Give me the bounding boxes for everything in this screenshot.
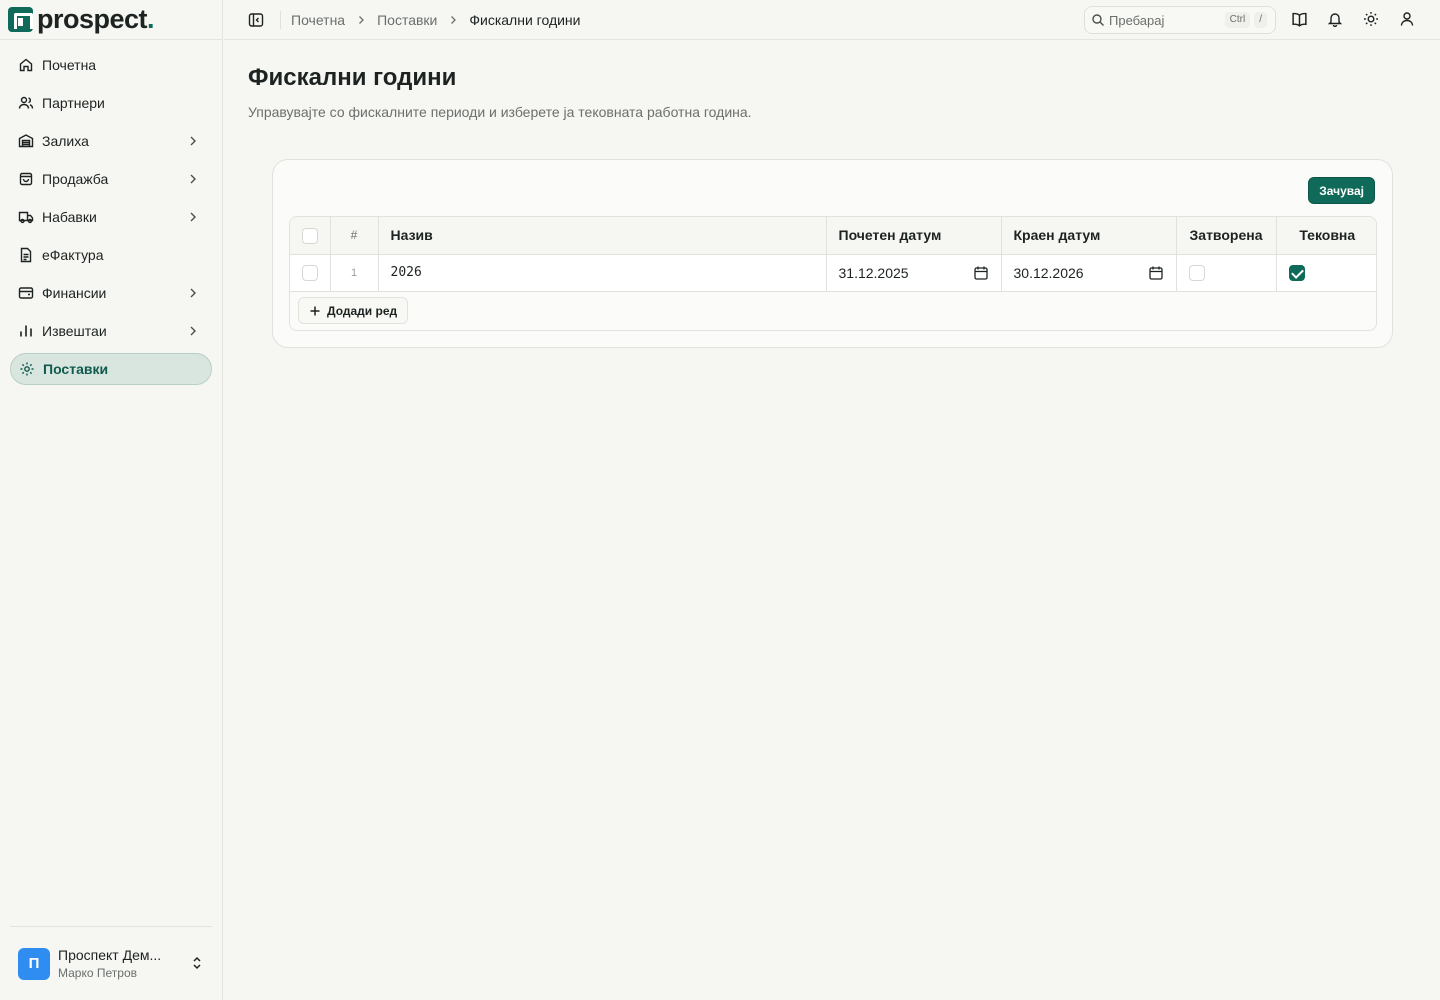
column-header-closed[interactable]: Затворена: [1176, 217, 1277, 255]
start-date-value: 31.12.2025: [838, 264, 909, 281]
sidebar-toggle-icon[interactable]: [246, 10, 266, 30]
fiscal-year-name-field[interactable]: 2026: [378, 254, 827, 292]
topbar-actions: [1290, 10, 1416, 28]
logo[interactable]: prospect.: [0, 0, 222, 40]
sidebar-item-sales[interactable]: Продажба: [10, 163, 212, 195]
breadcrumb-current: Фискални години: [469, 11, 581, 28]
chevron-right-icon: [355, 14, 367, 26]
end-date-value: 30.12.2026: [1013, 264, 1084, 281]
sidebar-item-purchases[interactable]: Набавки: [10, 201, 212, 233]
column-header-end-date[interactable]: Краен датум: [1001, 217, 1177, 255]
page-subtitle: Управувајте со фискалните периоди и избе…: [248, 104, 752, 120]
logo-text: prospect.: [37, 4, 155, 34]
fiscal-years-table: # Назив Почетен датум Краен датум Затвор…: [289, 216, 1377, 331]
sidebar-item-settings[interactable]: Поставки: [10, 353, 212, 385]
user-icon[interactable]: [1398, 10, 1416, 28]
avatar: П: [18, 947, 50, 980]
sidebar-item-label: еФактура: [42, 247, 104, 263]
wallet-icon: [18, 285, 34, 301]
sidebar-item-label: Почетна: [42, 57, 97, 73]
column-header-current[interactable]: Тековна: [1276, 217, 1376, 255]
gear-icon: [19, 361, 35, 377]
document-icon: [18, 247, 34, 263]
search-placeholder: Пребарај: [1109, 12, 1165, 28]
sidebar-item-label: Залиха: [42, 133, 89, 149]
current-cell: [1276, 254, 1376, 292]
fiscal-years-card: Зачувај # Назив Почетен датум Краен дату…: [272, 159, 1393, 348]
sidebar-item-label: Финансии: [42, 285, 107, 301]
column-header-name[interactable]: Назив: [378, 217, 827, 255]
row-select-checkbox[interactable]: [301, 265, 318, 282]
users-icon: [18, 95, 34, 111]
start-date-field[interactable]: 31.12.2025: [826, 254, 1002, 292]
select-all-cell: [290, 217, 331, 255]
current-checkbox[interactable]: [1288, 265, 1305, 282]
save-button[interactable]: Зачувај: [1308, 177, 1375, 204]
logo-mark-icon: [8, 7, 33, 32]
table-header-row: # Назив Почетен датум Краен датум Затвор…: [290, 217, 1376, 255]
breadcrumb: Почетна Поставки Фискални години: [291, 12, 581, 28]
breadcrumb-settings[interactable]: Поставки: [377, 12, 437, 28]
breadcrumb-home[interactable]: Почетна: [291, 12, 345, 28]
sidebar-item-label: Партнери: [42, 95, 105, 111]
bell-icon[interactable]: [1326, 10, 1344, 28]
sidebar-nav: Почетна Партнери Залиха Продажба Набавки…: [0, 40, 222, 400]
chevron-right-icon: [186, 134, 200, 151]
chevron-right-icon: [186, 324, 200, 341]
sidebar-item-home[interactable]: Почетна: [10, 49, 212, 81]
search-shortcut: Ctrl /: [1224, 12, 1267, 28]
table-row[interactable]: 1 2026 31.12.2025 30.12.2026: [290, 254, 1376, 292]
column-header-start-date[interactable]: Почетен датум: [826, 217, 1002, 255]
home-icon: [18, 57, 34, 73]
chevron-right-icon: [186, 210, 200, 227]
bar-chart-icon: [18, 323, 34, 339]
chevron-right-icon: [186, 172, 200, 189]
user-info: Проспект Дем... Марко Петров: [58, 947, 161, 980]
sidebar-item-label: Поставки: [43, 361, 109, 377]
search-icon: [1091, 13, 1105, 27]
add-row-label: Додади ред: [327, 303, 398, 318]
sidebar-item-finance[interactable]: Финансии: [10, 277, 212, 309]
closed-checkbox[interactable]: [1188, 265, 1205, 282]
calendar-icon[interactable]: [1148, 265, 1164, 284]
plus-icon: [309, 305, 321, 317]
shopping-bag-icon: [18, 171, 34, 187]
sidebar-item-label: Извештаи: [42, 323, 107, 339]
sidebar-item-inventory[interactable]: Залиха: [10, 125, 212, 157]
search-input[interactable]: Пребарај Ctrl /: [1084, 6, 1276, 34]
sidebar-item-partners[interactable]: Партнери: [10, 87, 212, 119]
end-date-field[interactable]: 30.12.2026: [1001, 254, 1177, 292]
chevron-right-icon: [186, 286, 200, 303]
chevron-right-icon: [447, 14, 459, 26]
sidebar: prospect. Почетна Партнери Залиха Продаж…: [0, 0, 223, 1000]
user-name: Марко Петров: [58, 966, 137, 980]
warehouse-icon: [18, 133, 34, 149]
sidebar-item-reports[interactable]: Извештаи: [10, 315, 212, 347]
sidebar-item-label: Набавки: [42, 209, 97, 225]
sidebar-item-label: Продажба: [42, 171, 109, 187]
company-name: Проспект Дем...: [58, 947, 162, 963]
row-number: 1: [330, 254, 379, 292]
select-all-checkbox[interactable]: [301, 227, 318, 244]
divider: [280, 10, 281, 29]
column-header-num: #: [330, 217, 379, 255]
truck-icon: [18, 209, 34, 225]
kbd-slash: /: [1254, 12, 1267, 28]
topbar: Почетна Поставки Фискални години Пребара…: [224, 0, 1440, 40]
page-title: Фискални години: [248, 64, 457, 91]
book-icon[interactable]: [1290, 10, 1308, 28]
main-content: Фискални години Управувајте со фискалнит…: [248, 64, 1440, 120]
add-row-button[interactable]: Додади ред: [298, 297, 409, 324]
kbd-ctrl: Ctrl: [1224, 12, 1251, 28]
chevrons-up-down-icon: [190, 955, 204, 976]
sidebar-item-einvoice[interactable]: еФактура: [10, 239, 212, 271]
sun-icon[interactable]: [1362, 10, 1380, 28]
user-switcher[interactable]: П Проспект Дем... Марко Петров: [10, 926, 212, 1000]
calendar-icon[interactable]: [973, 265, 989, 284]
closed-cell: [1176, 254, 1277, 292]
row-select-cell: [290, 254, 331, 292]
